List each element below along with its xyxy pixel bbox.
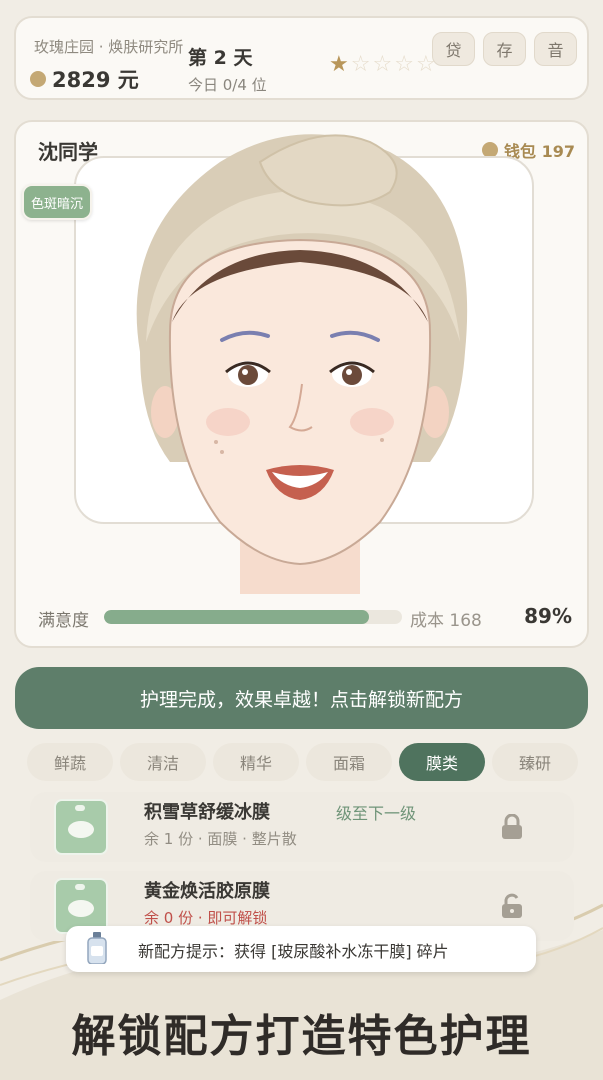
- daily-customer-progress: 今日 0/4 位: [188, 76, 267, 94]
- tab-cream[interactable]: 面霜: [306, 743, 392, 781]
- recipe-name: 积雪草舒缓冰膜: [144, 802, 270, 823]
- recipe-item[interactable]: 积雪草舒缓冰膜 余 1 份 · 面膜 · 整片散 级至下一级: [30, 792, 574, 862]
- rating-stars: ★ ☆ ☆ ☆ ☆: [329, 54, 436, 76]
- recipe-details: 余 0 份 · 即可解锁: [144, 909, 268, 927]
- recipe-name: 黄金焕活胶原膜: [144, 881, 270, 902]
- money-display: 2829 元: [30, 64, 139, 94]
- new-recipe-hint[interactable]: 新配方提示：获得 [玻尿酸补水冻干膜] 碎片: [66, 926, 536, 972]
- coin-icon: [30, 71, 46, 87]
- skin-condition-tag[interactable]: 色斑暗沉: [22, 184, 92, 220]
- star-empty-icon: ☆: [350, 52, 371, 77]
- tab-masks[interactable]: 膜类: [399, 743, 485, 781]
- status-bar: 玫瑰庄园 · 焕肤研究所 2829 元 第 2 天 今日 0/4 位 ★ ☆ ☆ ☆ ☆…: [14, 16, 589, 100]
- star-empty-icon: ☆: [394, 52, 414, 77]
- save-button[interactable]: 存: [483, 32, 526, 66]
- promo-slogan: 解锁配方打造特色护理: [71, 1011, 532, 1062]
- unlock-icon[interactable]: [500, 893, 524, 919]
- sound-button[interactable]: 音: [534, 32, 577, 66]
- tab-premium[interactable]: 臻研: [492, 743, 578, 781]
- day-counter: 第 2 天: [188, 47, 253, 69]
- recipe-level-hint: 级至下一级: [336, 804, 417, 823]
- money-value: 2829 元: [52, 68, 139, 92]
- tab-essence[interactable]: 精华: [213, 743, 299, 781]
- recipe-details: 余 1 份 · 面膜 · 整片散: [144, 830, 297, 848]
- tab-vegetables[interactable]: 鲜蔬: [27, 743, 113, 781]
- tab-cleansing[interactable]: 清洁: [120, 743, 206, 781]
- satisfaction-bar-fill: [104, 610, 370, 624]
- treatment-cost: 成本 168: [410, 611, 482, 631]
- customer-card: 沈同学 钱包 197 色斑暗沉 满意度 成本 168 89%: [14, 120, 589, 648]
- lock-icon[interactable]: [500, 814, 524, 840]
- star-empty-icon: ☆: [372, 52, 393, 77]
- satisfaction-label: 满意度: [38, 611, 89, 631]
- unlock-recipe-banner[interactable]: 护理完成，效果卓越！点击解锁新配方: [15, 667, 588, 729]
- star-filled-icon: ★: [329, 52, 349, 77]
- hint-text: 新配方提示：获得 [玻尿酸补水冻干膜] 碎片: [138, 942, 449, 961]
- customer-portrait[interactable]: [110, 122, 490, 594]
- loan-button[interactable]: 贷: [432, 32, 475, 66]
- shop-name: 玫瑰庄园 · 焕肤研究所: [34, 38, 184, 56]
- mask-icon: [54, 799, 108, 855]
- satisfaction-row: 满意度 成本 168 89%: [38, 600, 578, 631]
- serum-bottle-icon: [87, 932, 107, 964]
- satisfaction-bar: [104, 610, 402, 624]
- satisfaction-percent: 89%: [524, 604, 572, 628]
- category-tabs: 鲜蔬 清洁 精华 面霜 膜类 臻研: [27, 743, 578, 781]
